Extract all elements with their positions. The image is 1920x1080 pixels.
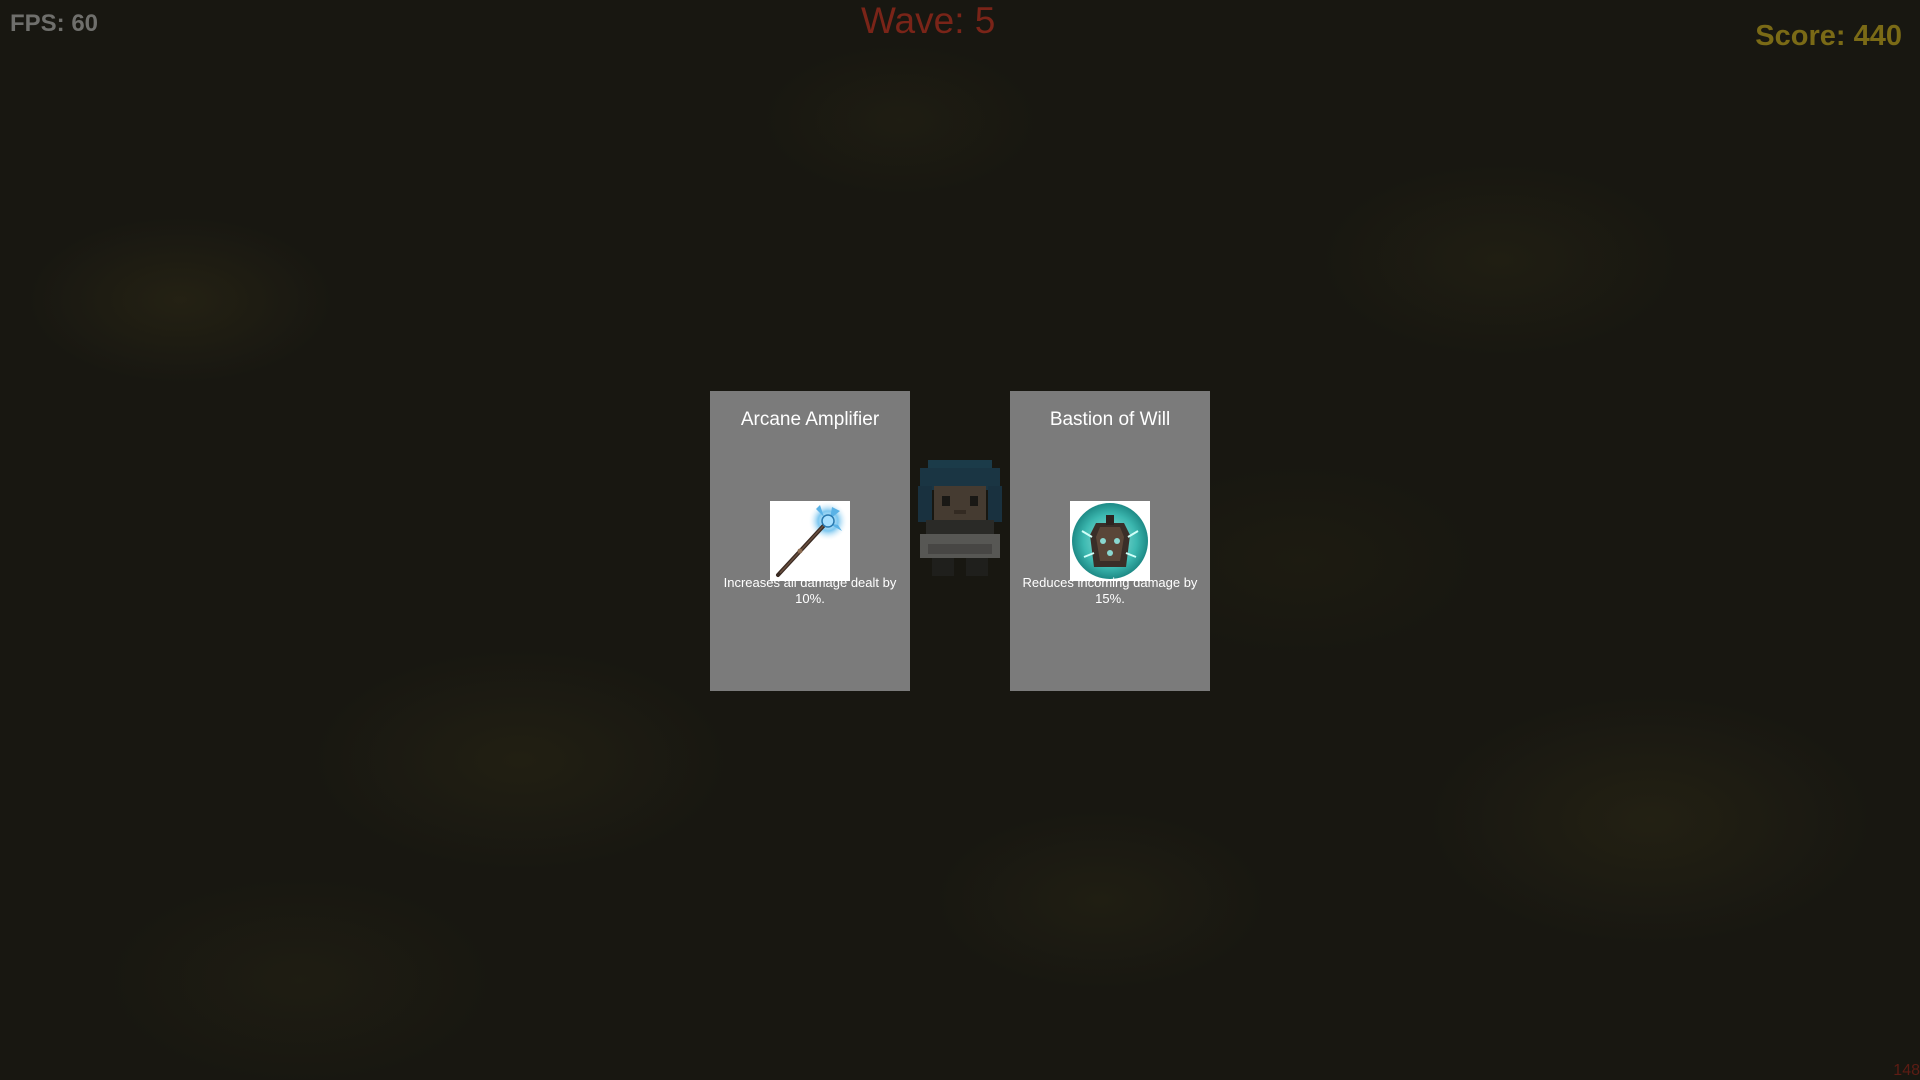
game-viewport: FPS: 60 Wave: 5 Score: 440 148 Arcane Am…: [0, 0, 1920, 1080]
fps-counter: FPS: 60: [10, 10, 99, 37]
upgrade-title: Bastion of Will: [1049, 409, 1171, 430]
upgrade-title: Arcane Amplifier: [740, 409, 880, 430]
wave-indicator: Wave: 5: [861, 0, 996, 41]
upgrade-card-bastion-of-will[interactable]: Bastion of Will Reduces incoming damage …: [1010, 391, 1210, 691]
upgrade-description: Increases all damage dealt by 10%.: [723, 575, 897, 606]
upgrade-card-arcane-amplifier[interactable]: Arcane Amplifier Increases all damage de…: [710, 391, 910, 691]
player-character: [918, 460, 1002, 576]
upgrade-description: Reduces incoming damage by 15%.: [1022, 575, 1198, 606]
armor-shield-icon: [1070, 501, 1150, 581]
magic-staff-icon: [770, 501, 850, 581]
score-display: Score: 440: [1755, 20, 1902, 52]
corner-counter: 148: [1893, 1062, 1920, 1079]
